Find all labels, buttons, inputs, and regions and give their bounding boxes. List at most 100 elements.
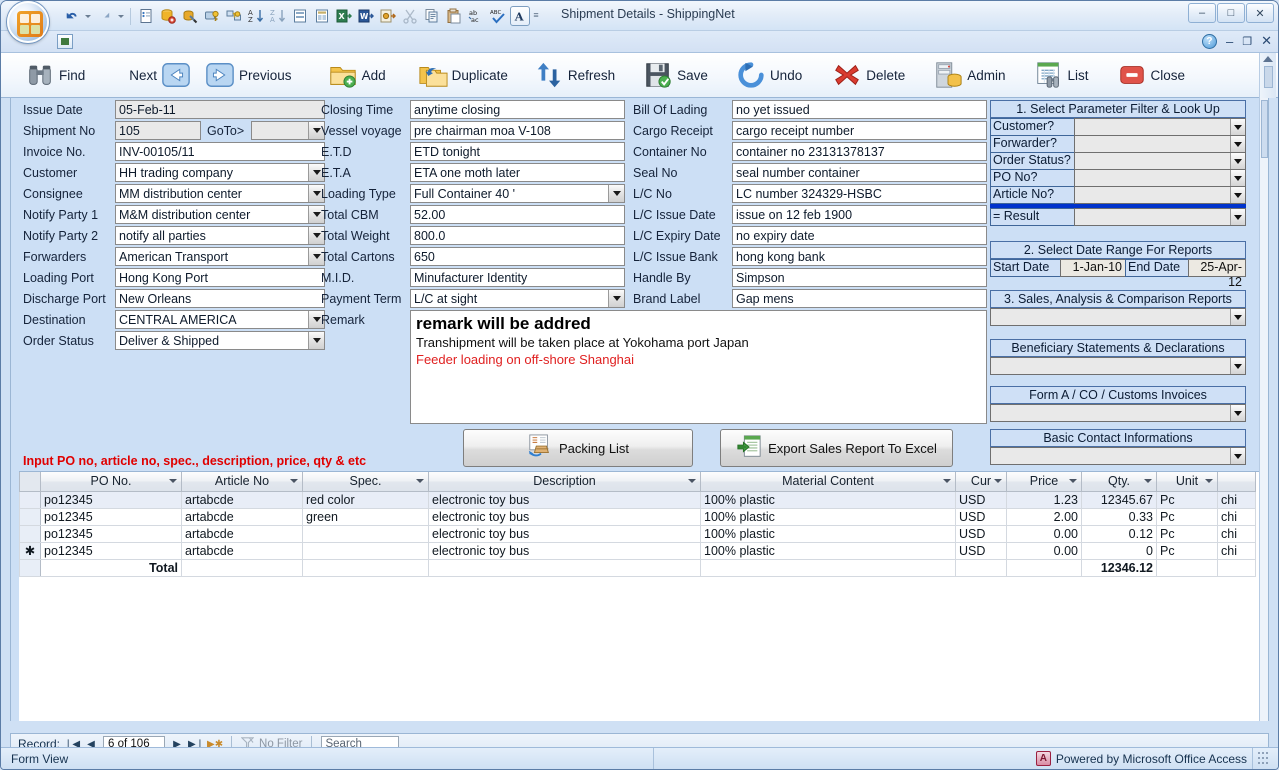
column-header-description[interactable]: Description [429, 472, 701, 491]
field-container-no[interactable]: container no 23131378137 [732, 142, 987, 161]
cell-qty[interactable]: 0.33 [1082, 508, 1157, 525]
close-button[interactable]: Close [1095, 54, 1192, 97]
panel-start-date-value[interactable]: 1-Jan-10 [1060, 259, 1126, 277]
relationships-icon[interactable] [224, 6, 244, 26]
chevron-down-icon[interactable] [608, 185, 624, 202]
cell-unit[interactable]: Pc [1157, 542, 1218, 559]
cell-cur[interactable]: USD [956, 491, 1007, 508]
table-row[interactable]: po12345 artabcde red color electronic to… [20, 491, 1256, 508]
previous-button[interactable]: Previous [197, 54, 298, 97]
cell-price[interactable]: 1.23 [1007, 491, 1082, 508]
cell-spec[interactable] [303, 542, 429, 559]
delete-button[interactable]: Delete [808, 54, 911, 97]
cell-price[interactable]: 2.00 [1007, 508, 1082, 525]
cell-po-no[interactable]: po12345 [41, 542, 182, 559]
field-order-status[interactable]: Deliver & Shipped [115, 331, 325, 350]
field-total-weight[interactable]: 800.0 [410, 226, 625, 245]
field-mid[interactable]: Minufacturer Identity [410, 268, 625, 287]
table-row[interactable]: po12345 artabcde electronic toy bus 100%… [20, 525, 1256, 542]
filter-arrow-icon[interactable] [1069, 479, 1077, 483]
cell-po-no[interactable]: po12345 [41, 491, 182, 508]
qat-overflow-icon[interactable]: ≡ [529, 6, 543, 24]
field-etd[interactable]: ETD tonight [410, 142, 625, 161]
field-total-cbm[interactable]: 52.00 [410, 205, 625, 224]
panel-customer-field[interactable] [1074, 118, 1246, 136]
table-row[interactable]: ✱ po12345 artabcde electronic toy bus 10… [20, 542, 1256, 559]
field-loading-port[interactable]: Hong Kong Port [115, 268, 325, 287]
field-lc-no[interactable]: LC number 324329-HSBC [732, 184, 987, 203]
filter-arrow-icon[interactable] [688, 479, 696, 483]
export-pdf-icon[interactable] [378, 6, 398, 26]
cell-po-no[interactable]: po12345 [41, 508, 182, 525]
field-notify-party-2[interactable]: notify all parties [115, 226, 325, 245]
field-issue-date[interactable]: 05-Feb-11 [115, 100, 325, 119]
undo-dropdown-icon[interactable] [83, 6, 92, 26]
key-icon[interactable] [202, 6, 222, 26]
form-view-icon[interactable] [290, 6, 310, 26]
refresh-button[interactable]: Refresh [514, 54, 621, 97]
export-excel-icon[interactable]: X [334, 6, 354, 26]
undo-button[interactable]: Undo [714, 54, 808, 97]
field-invoice-no[interactable]: INV-00105/11 [115, 142, 325, 161]
field-bill-of-lading[interactable]: no yet issued [732, 100, 987, 119]
cell-material-content[interactable]: 100% plastic [701, 542, 956, 559]
filter-arrow-icon[interactable] [416, 479, 424, 483]
list-button[interactable]: List [1012, 54, 1095, 97]
cell-article-no[interactable]: artabcde [182, 508, 303, 525]
find-button[interactable]: Find [1, 54, 91, 97]
packing-list-button[interactable]: Packing List [463, 429, 693, 467]
cell-description[interactable]: electronic toy bus [429, 525, 701, 542]
cell-price[interactable]: 0.00 [1007, 542, 1082, 559]
field-brand-label[interactable]: Gap mens [732, 289, 987, 308]
form-vertical-scrollbar[interactable] [1259, 98, 1268, 721]
panel-article-no-field[interactable] [1074, 186, 1246, 204]
row-marker[interactable] [20, 525, 41, 542]
filter-arrow-icon[interactable] [994, 479, 1002, 483]
panel-forwarder-field[interactable] [1074, 135, 1246, 153]
resize-grip-icon[interactable] [1258, 752, 1272, 766]
new-record-marker[interactable]: ✱ [20, 542, 41, 559]
export-word-icon[interactable]: W [356, 6, 376, 26]
cell-material-content[interactable]: 100% plastic [701, 508, 956, 525]
cell-unit[interactable]: Pc [1157, 508, 1218, 525]
window-minimize-button[interactable]: – [1188, 3, 1216, 23]
field-loading-type[interactable]: Full Container 40 ' [410, 184, 625, 203]
cell-article-no[interactable]: artabcde [182, 525, 303, 542]
cell-description[interactable]: electronic toy bus [429, 508, 701, 525]
export-sales-report-button[interactable]: Export Sales Report To Excel [720, 429, 953, 467]
field-payment-term[interactable]: L/C at sight [410, 289, 625, 308]
field-lc-expiry-date[interactable]: no expiry date [732, 226, 987, 245]
undo-icon[interactable] [61, 6, 81, 26]
field-seal-no[interactable]: seal number container [732, 163, 987, 182]
cell-spec[interactable] [303, 525, 429, 542]
window-restore-button[interactable]: □ [1217, 3, 1245, 23]
chevron-down-icon[interactable] [308, 332, 324, 349]
filter-arrow-icon[interactable] [1144, 479, 1152, 483]
cell-unit[interactable]: Pc [1157, 491, 1218, 508]
admin-button[interactable]: Admin [911, 54, 1011, 97]
ribbon-form-icon[interactable] [57, 34, 73, 49]
redo-dropdown-icon[interactable] [116, 6, 125, 26]
table-row[interactable]: po12345 artabcde green electronic toy bu… [20, 508, 1256, 525]
field-lc-issue-bank[interactable]: hong kong bank [732, 247, 987, 266]
column-header-spec[interactable]: Spec. [303, 472, 429, 491]
cell-spec[interactable]: green [303, 508, 429, 525]
cut-icon[interactable] [400, 6, 420, 26]
cell-material-content[interactable]: 100% plastic [701, 491, 956, 508]
redo-icon[interactable] [94, 6, 114, 26]
chevron-down-icon[interactable] [1230, 309, 1245, 325]
help-icon[interactable]: ? [1202, 34, 1217, 49]
chevron-down-icon[interactable] [608, 290, 624, 307]
chevron-down-icon[interactable] [1230, 153, 1245, 169]
chevron-down-icon[interactable] [1230, 405, 1245, 421]
next-button[interactable]: Next [91, 54, 197, 97]
cell-price[interactable]: 0.00 [1007, 525, 1082, 542]
cell-extra[interactable]: chi [1218, 508, 1256, 525]
select-all-corner[interactable] [20, 472, 41, 491]
sort-desc-icon[interactable]: ZA [268, 6, 288, 26]
filter-arrow-icon[interactable] [943, 479, 951, 483]
panel-4-field[interactable] [990, 357, 1246, 375]
panel-po-no-field[interactable] [1074, 169, 1246, 187]
column-header-po-no[interactable]: PO No. [41, 472, 182, 491]
chevron-down-icon[interactable] [1230, 170, 1245, 186]
